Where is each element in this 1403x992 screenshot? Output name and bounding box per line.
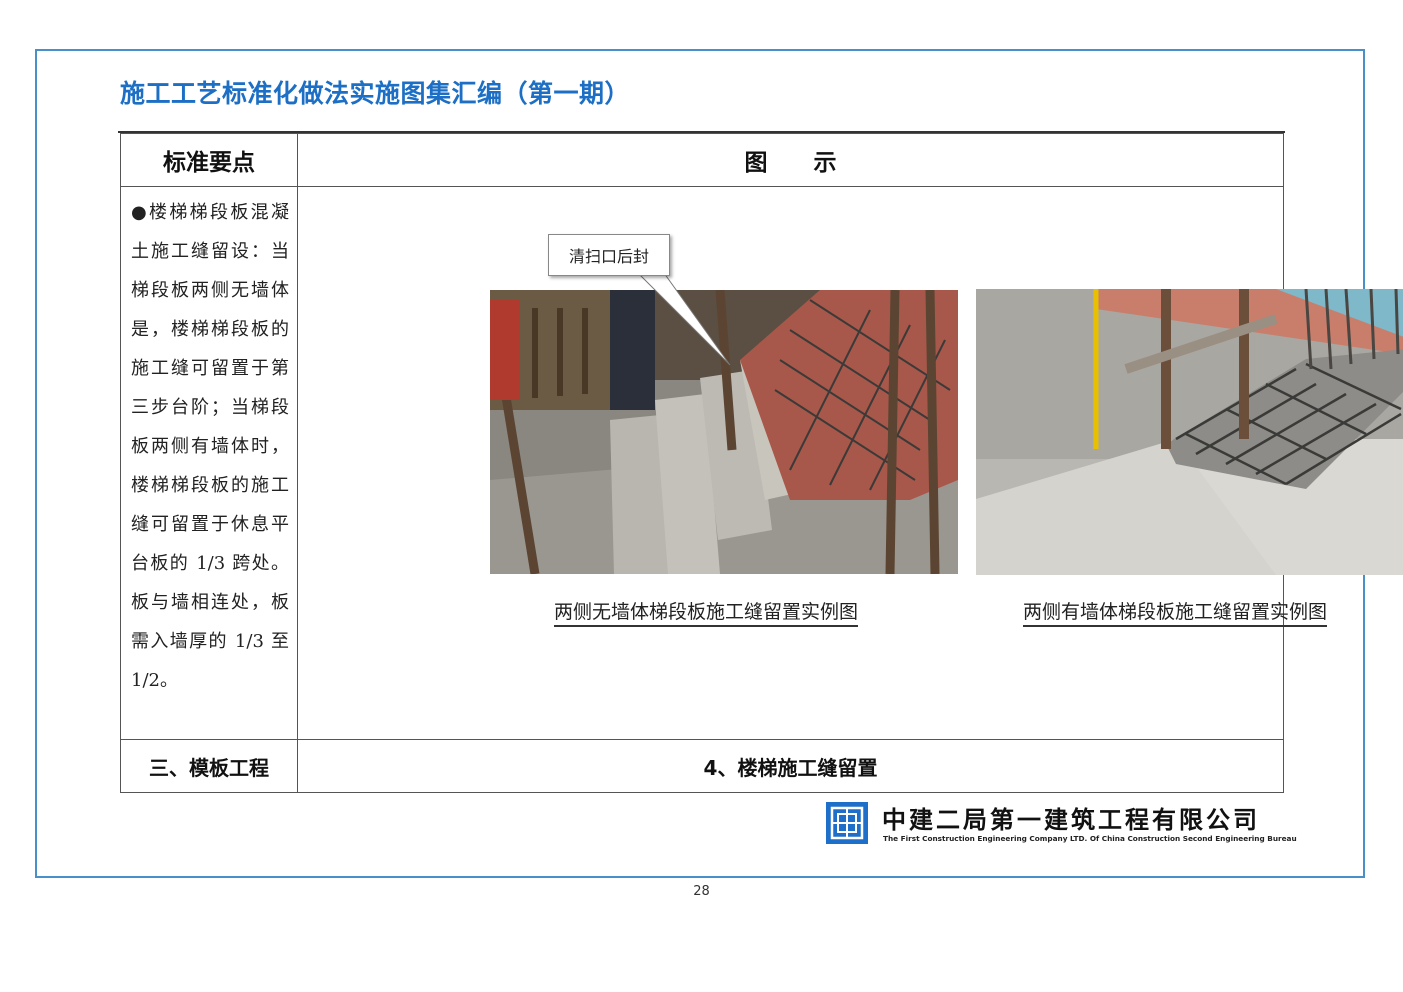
callout-label: 清扫口后封 [548,234,670,276]
callout-pointer [636,272,731,366]
company-name-en: The First Construction Engineering Compa… [883,834,1297,843]
illustration-cell: 清扫口后封 两侧无墙体梯段板施工缝留置实例图 两侧有墙体梯段板施工缝留置实例图 [297,186,1403,740]
document-title: 施工工艺标准化做法实施图集汇编（第一期） [120,79,631,108]
company-block: 中建二局第一建筑工程有限公司 The First Construction En… [826,800,1297,846]
header-key-points: 标准要点 [120,133,298,187]
standards-table: 标准要点 图 示 ●楼梯梯段板混凝土施工缝留设：当梯段板两侧无墙体是，楼梯梯段板… [120,133,1403,793]
page-number: 28 [693,884,710,899]
section-label: 三、模板工程 [120,739,298,793]
subsection-label: 4、楼梯施工缝留置 [297,739,1284,793]
cscec-logo-icon [826,802,868,844]
company-name-cn: 中建二局第一建筑工程有限公司 [882,806,1260,834]
key-points-text: ●楼梯梯段板混凝土施工缝留设：当梯段板两侧无墙体是，楼梯梯段板的施工缝可留置于第… [120,186,298,740]
header-illustration: 图 示 [297,133,1284,187]
